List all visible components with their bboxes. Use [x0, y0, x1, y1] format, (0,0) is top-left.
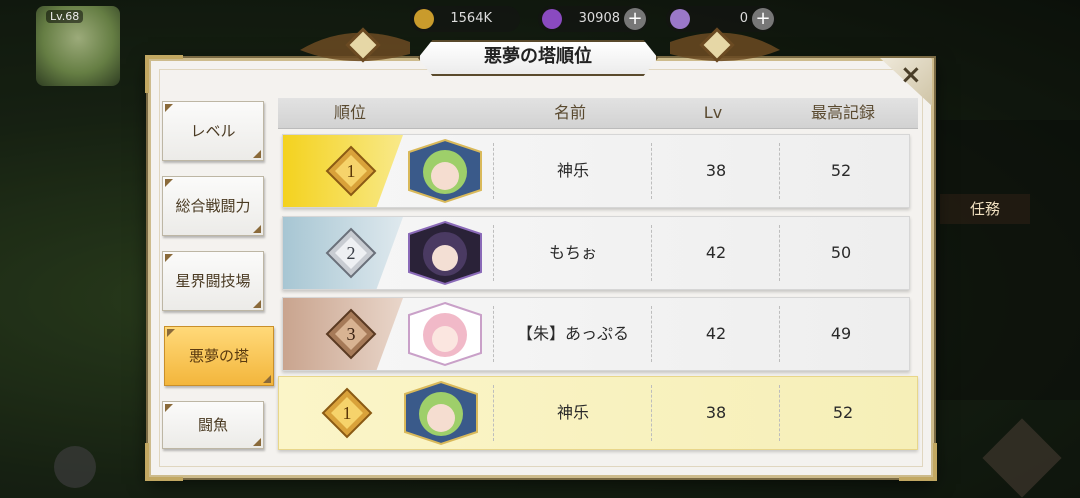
svg-text:3: 3 — [347, 324, 356, 344]
svg-text:1: 1 — [343, 403, 352, 423]
my-record: 52 — [832, 403, 854, 422]
modal-title: 悪夢の塔順位 — [418, 40, 658, 76]
close-icon[interactable]: × — [900, 60, 922, 90]
player-record: 49 — [830, 324, 852, 343]
right-hud-panel: 任務 — [920, 120, 1080, 400]
svg-text:1: 1 — [347, 161, 356, 181]
tab-level[interactable]: レベル — [162, 101, 264, 161]
table-row[interactable]: 1 神乐 38 52 — [282, 134, 910, 208]
tab-nightmare-tower[interactable]: 悪夢の塔 — [164, 326, 274, 386]
header-level: Lv — [703, 103, 723, 122]
player-level: 38 — [705, 161, 727, 180]
player-name: 神乐 — [556, 161, 589, 180]
my-name: 神乐 — [556, 403, 589, 422]
player-level: 42 — [705, 324, 727, 343]
bronze-medal-icon: 3 — [325, 308, 377, 360]
table-row[interactable]: 2 もちぉ 42 50 — [282, 216, 910, 290]
avatar-icon — [408, 220, 482, 286]
my-level: 38 — [705, 403, 727, 422]
gold-medal-icon: 1 — [321, 387, 373, 439]
header-name: 名前 — [553, 103, 586, 122]
tab-astral-arena[interactable]: 星界闘技場 — [162, 251, 264, 311]
player-record: 50 — [830, 243, 852, 262]
avatar-icon — [408, 301, 482, 367]
header-record: 最高記録 — [810, 103, 875, 122]
player-level: Lv.68 — [46, 10, 84, 23]
player-name: 【朱】あっぷる — [516, 324, 629, 343]
corner-decoration — [145, 55, 183, 93]
table-header: 順位 名前 Lv 最高記録 — [278, 98, 918, 129]
tab-combat-power[interactable]: 総合戦闘力 — [162, 176, 264, 236]
player-name: もちぉ — [548, 243, 597, 262]
avatar-icon — [404, 380, 478, 446]
gold-medal-icon: 1 — [325, 145, 377, 197]
player-level: 42 — [705, 243, 727, 262]
table-row[interactable]: 3 【朱】あっぷる 42 49 — [282, 297, 910, 371]
my-rank-row: 1 神乐 38 52 — [278, 376, 918, 450]
tab-fighting-fish[interactable]: 闘魚 — [162, 401, 264, 449]
avatar-icon — [408, 138, 482, 204]
chat-button[interactable] — [54, 446, 96, 488]
svg-text:2: 2 — [347, 243, 356, 263]
task-button[interactable]: 任務 — [940, 194, 1030, 224]
player-record: 52 — [830, 161, 852, 180]
header-rank: 順位 — [333, 103, 366, 122]
silver-medal-icon: 2 — [325, 227, 377, 279]
